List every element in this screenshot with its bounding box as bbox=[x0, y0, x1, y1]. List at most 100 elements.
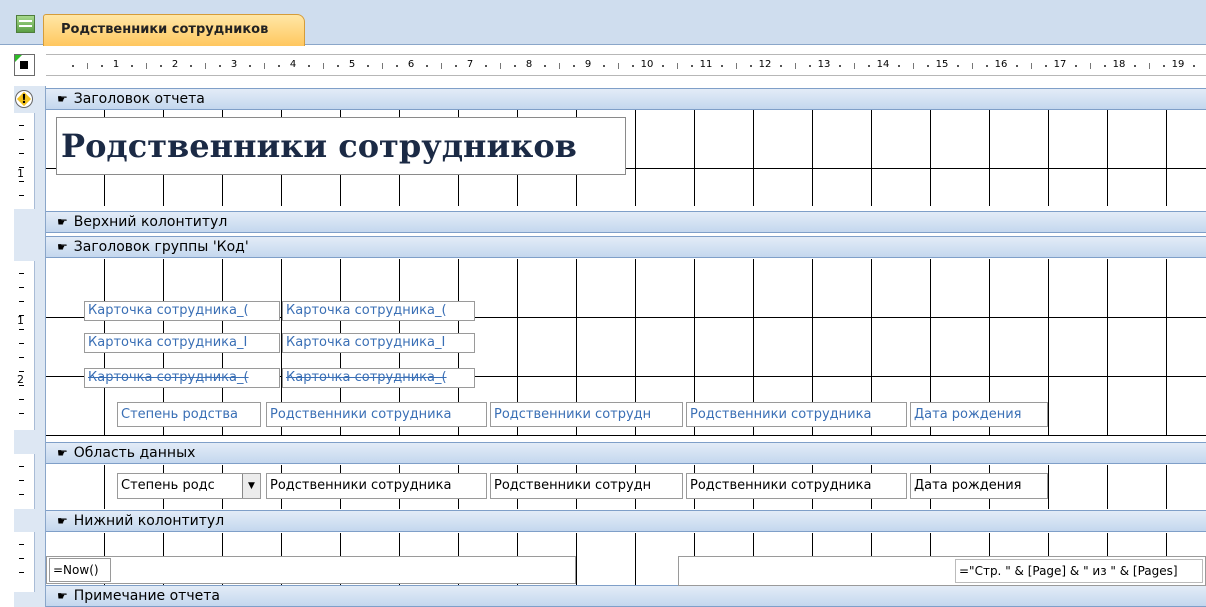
field-relative-2[interactable]: Родственники сотрудн bbox=[490, 473, 683, 499]
vruler-tick bbox=[19, 413, 24, 414]
ruler-tick bbox=[396, 65, 399, 67]
ruler-tick bbox=[189, 65, 192, 67]
card-label-2a[interactable]: Карточка сотрудника_I bbox=[84, 333, 280, 353]
now-textbox[interactable]: =Now() bbox=[49, 558, 111, 582]
ruler-mark: 16 bbox=[994, 59, 1008, 70]
vruler-tick bbox=[19, 329, 24, 330]
vruler-tick bbox=[19, 357, 24, 358]
ruler-mark: 15 bbox=[935, 59, 949, 70]
vruler-tick bbox=[19, 480, 24, 481]
warning-icon[interactable] bbox=[15, 90, 33, 108]
ruler-tick bbox=[1045, 65, 1048, 67]
vruler-tick bbox=[19, 558, 24, 559]
ruler-tick bbox=[632, 65, 635, 67]
ruler-tick bbox=[720, 65, 723, 67]
section-page-footer[interactable]: ☛ Нижний колонтитул bbox=[46, 510, 1206, 532]
col-label-relative-2[interactable]: Родственники сотрудн bbox=[490, 402, 683, 427]
ruler-tick bbox=[956, 65, 959, 67]
card-label-3a[interactable]: Карточка сотрудника_( bbox=[84, 368, 280, 388]
card-label-1a[interactable]: Карточка сотрудника_( bbox=[84, 301, 280, 321]
pointing-hand-icon: ☛ bbox=[57, 589, 68, 603]
vruler-mark: 2 bbox=[17, 373, 24, 386]
card-label-1b[interactable]: Карточка сотрудника_( bbox=[282, 301, 475, 321]
ruler-mark: 18 bbox=[1112, 59, 1126, 70]
ruler-tick bbox=[1089, 63, 1091, 69]
ruler-tick bbox=[1030, 63, 1032, 69]
pointing-hand-icon: ☛ bbox=[57, 514, 68, 528]
vertical-ruler[interactable]: 1 1 2 bbox=[14, 86, 35, 607]
field-birthdate[interactable]: Дата рождения bbox=[910, 473, 1048, 499]
section-page-header[interactable]: ☛ Верхний колонтитул bbox=[46, 211, 1206, 233]
ruler-tick bbox=[794, 63, 796, 69]
ruler-mark: 11 bbox=[699, 59, 713, 70]
vruler-tick bbox=[19, 466, 24, 467]
report-title-label[interactable]: Родственники сотрудников bbox=[56, 117, 626, 175]
ruler-tick bbox=[558, 63, 560, 69]
report-selector[interactable] bbox=[14, 54, 35, 76]
field-relative-1[interactable]: Родственники сотрудника bbox=[266, 473, 487, 499]
section-label: Примечание отчета bbox=[73, 588, 220, 604]
vruler-tick bbox=[19, 494, 24, 495]
field-relative-3[interactable]: Родственники сотрудника bbox=[686, 473, 907, 499]
document-tab[interactable]: Родственники сотрудников bbox=[43, 14, 305, 46]
pointing-hand-icon: ☛ bbox=[57, 446, 68, 460]
ruler-tick bbox=[1015, 65, 1018, 67]
pointing-hand-icon: ☛ bbox=[57, 215, 68, 229]
ruler-tick bbox=[455, 65, 458, 67]
vruler-detail bbox=[14, 454, 35, 509]
ruler-tick bbox=[927, 65, 930, 67]
section-label: Заголовок группы 'Код' bbox=[73, 239, 249, 255]
selection-bar[interactable] bbox=[35, 86, 46, 607]
ruler-tick bbox=[307, 65, 310, 67]
ruler-tick bbox=[86, 63, 88, 69]
ruler-tick bbox=[617, 63, 619, 69]
ruler-tick bbox=[838, 65, 841, 67]
pointing-hand-icon: ☛ bbox=[57, 240, 68, 254]
page-number-textbox[interactable]: ="Стр. " & [Page] & " из " & [Pages] bbox=[955, 559, 1203, 583]
ruler-mark: 6 bbox=[407, 59, 415, 70]
ruler-tick bbox=[160, 65, 163, 67]
section-report-header[interactable]: ☛ Заголовок отчета bbox=[46, 88, 1206, 110]
ruler-tick bbox=[337, 65, 340, 67]
ruler-mark: 14 bbox=[876, 59, 890, 70]
ruler-mark: 9 bbox=[584, 59, 592, 70]
section-group-header[interactable]: ☛ Заголовок группы 'Код' bbox=[46, 236, 1206, 258]
ruler-mark: 17 bbox=[1053, 59, 1067, 70]
section-detail[interactable]: ☛ Область данных bbox=[46, 442, 1206, 464]
ruler-tick bbox=[440, 63, 442, 69]
ruler-tick bbox=[691, 65, 694, 67]
ruler-tick bbox=[366, 65, 369, 67]
ruler-tick bbox=[484, 65, 487, 67]
chevron-down-icon[interactable]: ▼ bbox=[242, 474, 260, 498]
ruler-tick bbox=[1163, 65, 1166, 67]
ruler-tick bbox=[278, 65, 281, 67]
ruler-tick bbox=[912, 63, 914, 69]
vruler-tick bbox=[19, 153, 24, 154]
section-label: Нижний колонтитул bbox=[73, 513, 225, 529]
vruler-tick bbox=[19, 399, 24, 400]
footer-blank-area[interactable] bbox=[46, 556, 576, 584]
ruler-tick bbox=[1074, 65, 1077, 67]
ruler-tick bbox=[853, 63, 855, 69]
section-label: Заголовок отчета bbox=[73, 91, 205, 107]
col-label-relative-1[interactable]: Родственники сотрудника bbox=[266, 402, 487, 427]
col-label-birthdate[interactable]: Дата рождения bbox=[910, 402, 1048, 427]
vruler-tick bbox=[19, 301, 24, 302]
vruler-group-header bbox=[14, 261, 35, 430]
card-label-2b[interactable]: Карточка сотрудника_I bbox=[282, 333, 475, 353]
ruler-tick bbox=[750, 65, 753, 67]
ruler-tick bbox=[1148, 63, 1150, 69]
col-label-kinship[interactable]: Степень родства bbox=[117, 402, 261, 427]
ruler-tick bbox=[897, 65, 900, 67]
section-report-footer[interactable]: ☛ Примечание отчета bbox=[46, 585, 1206, 607]
vruler-tick bbox=[19, 181, 24, 182]
col-label-relative-3[interactable]: Родственники сотрудника bbox=[686, 402, 907, 427]
vruler-tick bbox=[19, 544, 24, 545]
ruler-tick bbox=[602, 65, 605, 67]
horizontal-ruler[interactable]: 1 2 3 4 5 6 7 8 9 10 11 12 13 14 15 16 17 18 19 bbox=[46, 54, 1206, 76]
ruler-tick bbox=[971, 63, 973, 69]
card-label-3b[interactable]: Карточка сотрудника_( bbox=[282, 368, 475, 388]
ruler-tick bbox=[543, 65, 546, 67]
vruler-mark: 1 bbox=[17, 167, 24, 180]
field-kinship-combo[interactable]: Степень родс ▼ bbox=[117, 473, 261, 499]
